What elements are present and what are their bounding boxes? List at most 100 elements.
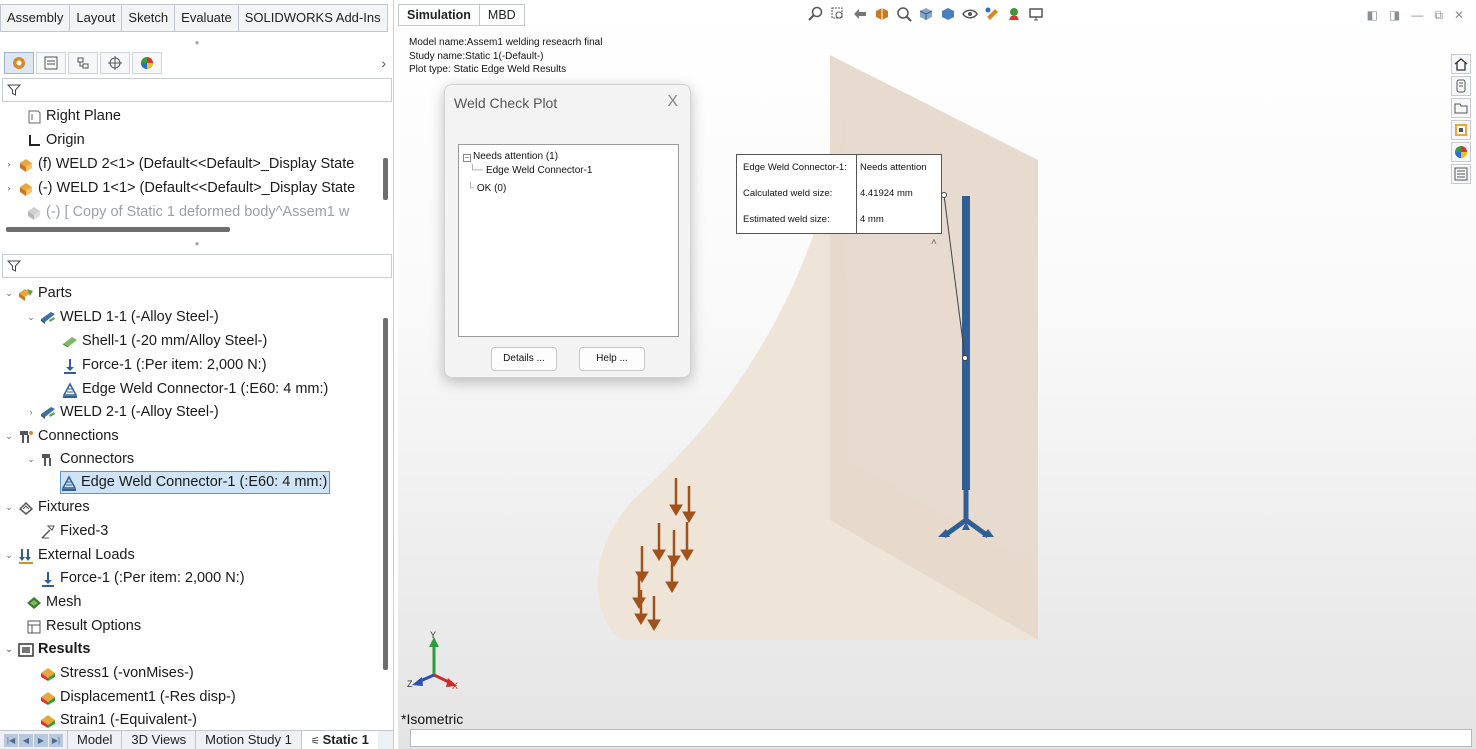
chevron-right-icon[interactable]: › [381,52,392,76]
restore-icon[interactable]: ⧉ [1434,8,1443,23]
zoom-to-area-icon[interactable] [830,6,846,22]
apply-scene-icon[interactable] [1006,6,1022,22]
collapse-arrow-icon[interactable]: ⌄ [4,638,14,661]
view-settings-icon[interactable] [1028,6,1044,22]
tab-layout[interactable]: Layout [69,4,122,32]
collapse-icon[interactable]: − [463,154,471,162]
minimize-icon[interactable]: — [1411,8,1423,23]
tree-item-force-1-part[interactable]: Force-1 (:Per item: 2,000 N:) [62,354,267,377]
tree-item-edge-weld-connector-part[interactable]: Edge Weld Connector-1 (:E60: 4 mm:) [62,378,328,401]
needs-attention-node[interactable]: − Needs attention (1) [463,151,558,162]
propertymanager-tab[interactable] [36,52,66,74]
first-tab-icon[interactable]: |◀ [4,733,18,747]
triad-z-label: Z [407,679,413,689]
tab-evaluate[interactable]: Evaluate [174,4,238,32]
tree-item-edge-weld-connector-selected[interactable]: Edge Weld Connector-1 (:E60: 4 mm:) [60,471,331,494]
graphics-area[interactable]: Y X Z Simulation MBD Model name:Assem1 w… [398,0,1476,749]
tree-item-shell-1[interactable]: Shell-1 (-20 mm/Alloy Steel-) [62,330,267,353]
tree-item-mesh[interactable]: Mesh [26,591,81,614]
tab-sketch[interactable]: Sketch [121,4,175,32]
tree-item-label: Result Options [46,618,142,634]
tree-item-copy-static-1[interactable]: (-) [ Copy of Static 1 deformed body^Ass… [26,201,349,224]
tab-assembly[interactable]: Assembly [0,4,70,32]
panel-splitter[interactable]: ● [0,237,393,251]
tree-item-parts[interactable]: ⌄ Parts [4,282,72,305]
tree-item-weld-1[interactable]: › (-) WELD 1<1> (Default<<Default>_Displ… [4,177,356,200]
ok-node[interactable]: └ OK (0) [467,183,506,194]
collapse-arrow-icon[interactable]: ⌄ [4,544,14,567]
feature-tree-filter[interactable] [2,78,392,102]
shell-part-icon [41,406,55,419]
custom-properties-icon[interactable] [1451,164,1471,184]
tab-mbd[interactable]: MBD [478,4,525,26]
details-button[interactable]: Details ... [491,347,557,371]
chevron-up-icon[interactable]: ˄ [931,237,937,248]
hide-show-items-icon[interactable] [962,6,978,22]
origin-icon [29,134,40,146]
display-manager-tab[interactable] [132,52,162,74]
home-icon[interactable] [1451,54,1471,74]
tab-motion-study-1[interactable]: Motion Study 1 [195,730,301,749]
dimxpert-tab[interactable] [100,52,130,74]
appearances-icon[interactable] [1451,142,1471,162]
weld-info-callout[interactable]: Edge Weld Connector-1: Needs attention C… [736,154,942,234]
display-style-icon[interactable] [940,6,956,22]
file-explorer-icon[interactable] [1451,98,1471,118]
prev-tab-icon[interactable]: ◀ [19,733,33,747]
last-tab-icon[interactable]: ▶| [49,733,63,747]
tile-left-icon[interactable]: ◧ [1367,8,1378,23]
tree-item-origin[interactable]: Origin [26,129,85,152]
tree-item-connections[interactable]: ⌄ Connections [4,425,118,448]
configurationmanager-tab[interactable] [68,52,98,74]
panel-grip[interactable]: ● [0,36,393,50]
close-icon[interactable]: X [667,93,678,111]
filter-icon [7,84,21,96]
tree-item-strain1[interactable]: Strain1 (-Equivalent-) [40,709,197,732]
expand-arrow-icon[interactable]: › [26,401,36,424]
tree-item-displacement1[interactable]: Displacement1 (-Res disp-) [40,686,236,709]
tab-solidworks-add-ins[interactable]: SOLIDWORKS Add-Ins [237,4,388,32]
tile-right-icon[interactable]: ◨ [1389,8,1400,23]
tree-item-fixtures[interactable]: ⌄ Fixtures [4,496,89,519]
expand-arrow-icon[interactable]: › [4,153,14,176]
design-library-icon[interactable] [1451,76,1471,96]
tree-item-stress1[interactable]: Stress1 (-vonMises-) [40,662,194,685]
edit-appearance-icon[interactable] [984,6,1000,22]
tab-static-1[interactable]: ⚟ Static 1 [300,730,378,749]
dynamic-annotation-icon[interactable] [896,6,912,22]
tree-item-weld-1-1[interactable]: ⌄ WELD 1-1 (-Alloy Steel-) [26,306,219,329]
tree-item-right-plane[interactable]: Right Plane [26,105,121,128]
featuremanager-tab[interactable] [4,52,34,74]
tree-item-fixed-3[interactable]: Fixed-3 [40,520,108,543]
tree-item-force-1-load[interactable]: Force-1 (:Per item: 2,000 N:) [40,567,245,590]
expand-arrow-icon[interactable]: › [4,177,14,200]
tree-item-results[interactable]: ⌄ Results [4,638,90,661]
study-tree-filter[interactable] [2,254,392,278]
edge-weld-connector-node[interactable]: └─ Edge Weld Connector-1 [469,165,593,176]
collapse-arrow-icon[interactable]: ⌄ [4,425,14,448]
feature-tree-horizontal-scrollbar[interactable] [6,227,230,232]
view-orientation-icon[interactable] [918,6,934,22]
collapse-arrow-icon[interactable]: ⌄ [26,306,36,329]
tree-item-result-options[interactable]: Result Options [26,615,141,638]
close-icon[interactable]: ✕ [1454,8,1464,23]
tree-item-label: Results [38,641,91,657]
collapse-arrow-icon[interactable]: ⌄ [4,496,14,519]
study-tree-vertical-scrollbar[interactable] [383,318,388,670]
tab-model[interactable]: Model [67,730,121,749]
tree-item-weld-2-1[interactable]: › WELD 2-1 (-Alloy Steel-) [26,401,219,424]
help-button[interactable]: Help ... [579,347,645,371]
tab-simulation[interactable]: Simulation [398,4,479,26]
section-view-icon[interactable] [874,6,890,22]
tree-item-weld-2[interactable]: › (f) WELD 2<1> (Default<<Default>_Displ… [4,153,355,176]
view-palette-icon[interactable] [1451,120,1471,140]
tab-3d-views[interactable]: 3D Views [121,730,195,749]
tree-item-external-loads[interactable]: ⌄ External Loads [4,544,135,567]
collapse-arrow-icon[interactable]: ⌄ [26,448,36,471]
feature-tree-vertical-scrollbar[interactable] [383,158,388,200]
collapse-arrow-icon[interactable]: ⌄ [4,282,14,305]
tree-item-connectors[interactable]: ⌄ Connectors [26,448,134,471]
next-tab-icon[interactable]: ▶ [34,733,48,747]
previous-view-icon[interactable] [852,6,868,22]
zoom-to-fit-icon[interactable] [808,6,824,22]
